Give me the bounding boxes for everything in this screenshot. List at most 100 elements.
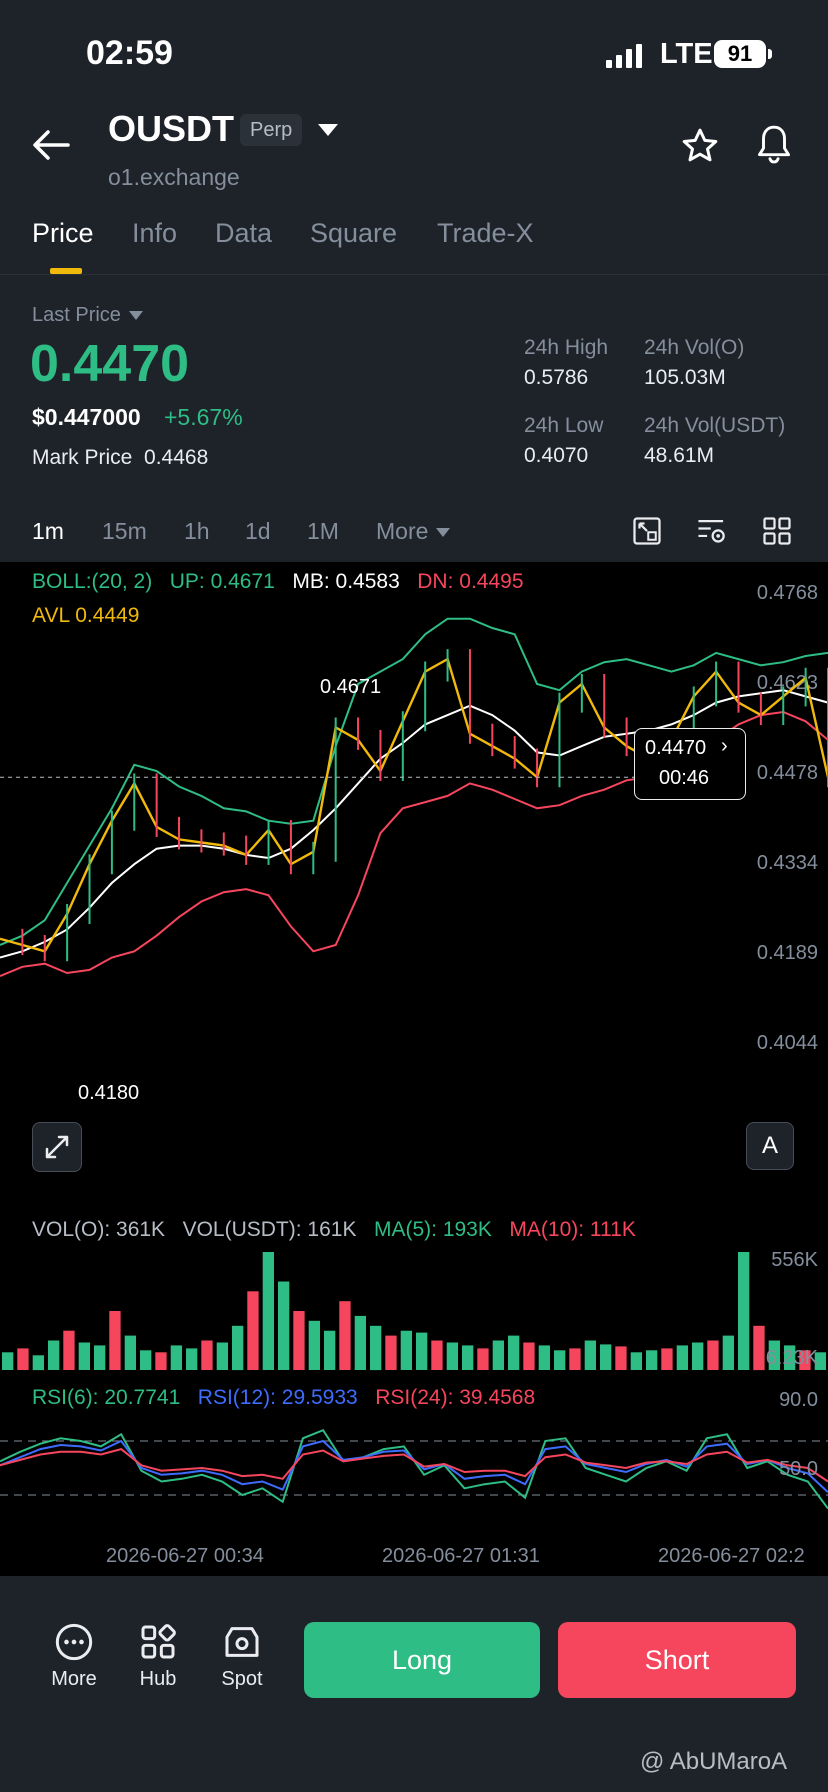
volume-bar bbox=[431, 1340, 443, 1370]
interval-1h[interactable]: 1h bbox=[184, 518, 210, 545]
volume-bar bbox=[630, 1352, 642, 1370]
hub-icon bbox=[141, 1624, 176, 1659]
last-price-label: Last Price bbox=[32, 304, 121, 326]
interval-1m[interactable]: 1m bbox=[32, 518, 64, 545]
chart-expand-icon[interactable] bbox=[632, 516, 662, 546]
boll-dn-legend: DN: 0.4495 bbox=[417, 570, 524, 593]
signal-icon bbox=[606, 44, 642, 68]
last-price-selector[interactable]: Last Price bbox=[32, 304, 143, 327]
main-price-chart: 0.47680.46230.44780.43340.41890.4044 bbox=[0, 582, 828, 1054]
back-arrow-icon[interactable] bbox=[32, 128, 72, 162]
volume-axis-tick: 556K bbox=[771, 1249, 818, 1271]
current-price-tag-value: 0.4470 bbox=[645, 737, 707, 759]
symbol-dropdown-icon[interactable] bbox=[318, 124, 338, 136]
battery-icon: 91 bbox=[714, 40, 766, 68]
volume-bar bbox=[538, 1345, 550, 1370]
volume-bar bbox=[339, 1301, 351, 1370]
grid-layout-icon[interactable] bbox=[762, 516, 792, 546]
short-button[interactable]: Short bbox=[558, 1622, 796, 1698]
volume-bar bbox=[354, 1315, 366, 1370]
volume-bar bbox=[78, 1342, 90, 1370]
chart-area[interactable]: 0.4768 0.4623 0.4478 0.4334 0.4189 0.4044 556… bbox=[0, 562, 828, 1576]
bell-icon[interactable] bbox=[754, 124, 794, 166]
tab-data[interactable]: Data bbox=[215, 218, 272, 249]
caret-down-icon bbox=[128, 311, 143, 321]
volume-bar bbox=[278, 1281, 290, 1370]
interval-1M[interactable]: 1M bbox=[307, 518, 339, 545]
star-icon[interactable] bbox=[680, 126, 720, 166]
volume-bar bbox=[17, 1348, 29, 1370]
hub-button[interactable]: Hub bbox=[128, 1622, 188, 1691]
boll-legend: BOLL:(20, 2) bbox=[32, 570, 153, 593]
price-change: +5.67% bbox=[164, 404, 243, 430]
volume-bar bbox=[416, 1332, 428, 1370]
watermark: @ AbUMaroA bbox=[640, 1748, 788, 1775]
volume-bar bbox=[324, 1330, 336, 1370]
symbol-title[interactable]: OUSDT bbox=[108, 108, 234, 150]
volume-bar bbox=[477, 1348, 489, 1370]
volume-bar bbox=[385, 1335, 397, 1370]
battery-cap bbox=[768, 49, 772, 59]
last-price: 0.4470 bbox=[30, 335, 190, 393]
tab-info[interactable]: Info bbox=[132, 218, 177, 249]
price-axis-tick: 0.4334 bbox=[757, 852, 818, 874]
volume-bar bbox=[676, 1345, 688, 1370]
volume-legend: VOL(O): 361K VOL(USDT): 161K MA(5): 193K… bbox=[32, 1218, 636, 1242]
volume-bar bbox=[94, 1345, 106, 1370]
rsi24-legend: RSI(24): 39.4568 bbox=[375, 1386, 536, 1409]
interval-15m[interactable]: 15m bbox=[102, 518, 147, 545]
volume-bar bbox=[615, 1346, 627, 1370]
long-button[interactable]: Long bbox=[304, 1622, 540, 1698]
volume-bar bbox=[753, 1325, 765, 1371]
price-axis-tick: 0.4478 bbox=[757, 762, 818, 784]
volume-bar bbox=[155, 1352, 167, 1370]
expand-arrows-icon bbox=[45, 1135, 69, 1159]
spot-button[interactable]: Spot bbox=[212, 1622, 272, 1691]
spot-icon bbox=[225, 1627, 259, 1657]
high-value: 0.5786 bbox=[524, 366, 589, 389]
price-axis-tick: 0.4044 bbox=[757, 1032, 818, 1054]
avl-legend: AVL 0.4449 bbox=[32, 604, 140, 627]
volume-bar bbox=[600, 1344, 612, 1370]
more-label: More bbox=[51, 1668, 97, 1690]
volume-bar bbox=[707, 1340, 719, 1370]
candle-countdown: 00:46 bbox=[659, 767, 710, 789]
time-axis-tick: 2026-06-27 01:31 bbox=[382, 1545, 540, 1567]
high-label: 24h High bbox=[524, 336, 609, 359]
volume-bar bbox=[370, 1325, 382, 1371]
volume-bar bbox=[569, 1348, 581, 1370]
rsi-line bbox=[0, 1448, 828, 1483]
exchange-subtitle: o1.exchange bbox=[108, 164, 240, 190]
volume-bar bbox=[646, 1350, 658, 1370]
price-axis-tick: 0.4189 bbox=[757, 942, 818, 964]
volume-bar bbox=[140, 1350, 152, 1370]
volume-bar bbox=[262, 1252, 274, 1370]
interval-1d[interactable]: 1d bbox=[245, 518, 271, 545]
more-button[interactable]: More bbox=[44, 1622, 104, 1691]
volume-bar bbox=[523, 1342, 535, 1370]
volume-bar bbox=[293, 1311, 305, 1370]
volume-bar bbox=[201, 1340, 213, 1370]
main-legend: BOLL:(20, 2) UP: 0.4671 MB: 0.4583 DN: 0… bbox=[32, 570, 524, 594]
chart-svg[interactable]: 0.47680.46230.44780.43340.41890.4044 556… bbox=[0, 562, 828, 1576]
indicator-settings-icon[interactable] bbox=[696, 516, 728, 546]
volume-bar bbox=[216, 1342, 228, 1370]
tab-price[interactable]: Price bbox=[32, 218, 94, 249]
fullscreen-button[interactable] bbox=[32, 1122, 82, 1172]
vol-usdt-label: 24h Vol(USDT) bbox=[644, 414, 786, 437]
tab-square[interactable]: Square bbox=[310, 218, 397, 249]
volume-bar bbox=[124, 1335, 136, 1370]
auto-scale-button[interactable]: A bbox=[746, 1122, 794, 1170]
interval-more[interactable]: More bbox=[376, 518, 451, 545]
rsi-axis-tick: 50.0 bbox=[779, 1458, 818, 1480]
vol-o-label: 24h Vol(O) bbox=[644, 336, 745, 359]
current-price-tag[interactable]: 0.4470 › 00:46 bbox=[634, 728, 746, 800]
mark-price-label: Mark Price bbox=[32, 446, 133, 469]
volume-bar bbox=[722, 1335, 734, 1370]
status-time: 02:59 bbox=[86, 34, 173, 72]
rsi6-legend: RSI(6): 20.7741 bbox=[32, 1386, 181, 1409]
tab-trade-x[interactable]: Trade-X bbox=[437, 218, 534, 249]
active-tab-indicator bbox=[50, 268, 82, 274]
perp-badge: Perp bbox=[240, 114, 303, 146]
vol-usdt-legend: VOL(USDT): 161K bbox=[182, 1218, 357, 1241]
